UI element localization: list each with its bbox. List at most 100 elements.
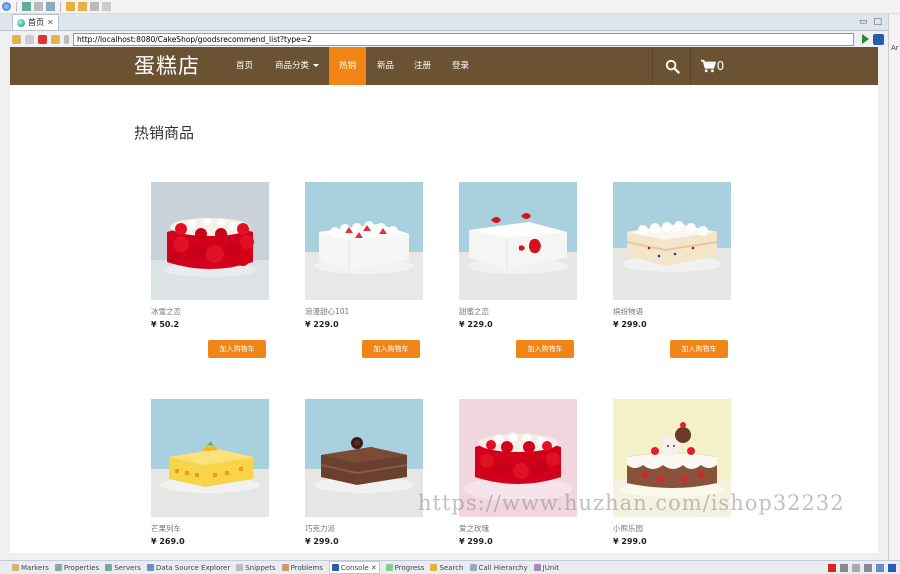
tab-servers[interactable]: Servers (105, 564, 141, 572)
tab-properties[interactable]: Properties (54, 563, 100, 572)
scroll-lock-icon[interactable] (864, 563, 872, 572)
close-icon[interactable]: ✕ (47, 18, 54, 27)
product-name[interactable]: 爱之玫瑰 (459, 523, 577, 533)
search-button[interactable] (654, 47, 690, 85)
add-to-cart-button[interactable]: 加入购物车 (516, 340, 574, 358)
add-to-cart-button[interactable]: 加入购物车 (208, 340, 266, 358)
console-icon (331, 564, 339, 571)
minimize-icon[interactable]: ▭ (859, 17, 868, 27)
product-card: 冰雪之恋 ¥ 50.2 加入购物车 (151, 182, 269, 358)
browser-address-bar (10, 31, 888, 47)
terminate-icon[interactable] (828, 563, 836, 572)
maximize-icon[interactable]: □ (873, 17, 882, 27)
stop-icon[interactable] (38, 34, 47, 44)
open-console-icon[interactable] (888, 563, 896, 572)
progress-icon (385, 564, 393, 571)
add-to-cart-button[interactable]: 加入购物车 (670, 340, 728, 358)
tab-progress[interactable]: Progress (385, 564, 424, 572)
browser-viewport: 蛋糕店 首页 商品分类 热销 新品 注册 登录 0 热销商品 冰雪之恋 ¥ 50… (10, 47, 878, 553)
tab-call-hierarchy-label: Call Hierarchy (478, 563, 528, 572)
product-name[interactable]: 冰雪之恋 (151, 306, 269, 316)
tab-junit-label: JUnit (542, 563, 559, 572)
dropdown-icon[interactable] (34, 2, 43, 11)
nav-categories[interactable]: 商品分类 (267, 47, 327, 85)
forward-icon[interactable] (25, 34, 34, 44)
globe-icon (17, 18, 25, 27)
product-card: 爱之玫瑰 ¥ 299.0 (459, 399, 577, 546)
tab-console[interactable]: Console ✕ (328, 561, 380, 574)
tab-problems-label: Problems (290, 563, 323, 572)
nav-hot-label: 热销 (338, 61, 356, 71)
forward-history-icon[interactable] (78, 2, 87, 11)
product-image[interactable] (613, 182, 731, 300)
call-hierarchy-icon (469, 564, 477, 571)
tab-properties-label: Properties (63, 563, 100, 572)
product-image[interactable] (151, 399, 269, 517)
refresh-icon[interactable] (51, 34, 60, 44)
clear-console-icon[interactable] (852, 563, 860, 572)
product-name[interactable]: 小熊乐园 (613, 523, 731, 533)
go-icon[interactable] (862, 34, 869, 44)
right-gutter-label: Ar (891, 44, 899, 52)
product-name[interactable]: 巧克力派 (305, 523, 423, 533)
dropdown-icon[interactable] (90, 2, 99, 11)
nav-register[interactable]: 注册 (406, 47, 439, 85)
problems-icon (281, 564, 289, 571)
add-to-cart-button[interactable]: 加入购物车 (362, 340, 420, 358)
product-name[interactable]: 浪漫甜心101 (305, 306, 423, 316)
remove-launch-icon[interactable] (840, 563, 848, 572)
search-icon (665, 59, 680, 74)
back-history-icon[interactable] (66, 2, 75, 11)
nav-new[interactable]: 新品 (369, 47, 402, 85)
tab-data-source-explorer[interactable]: Data Source Explorer (146, 563, 231, 572)
product-name[interactable]: 缤纷物语 (613, 306, 731, 316)
tab-markers-label: Markers (21, 563, 49, 572)
nav-hot[interactable]: 热销 (329, 47, 366, 85)
toolbar-separator (60, 1, 61, 12)
run-icon[interactable] (46, 2, 55, 11)
cart-count: 0 (716, 59, 725, 73)
debug-icon[interactable] (22, 2, 31, 11)
product-card: 浪漫甜心101 ¥ 229.0 加入购物车 (305, 182, 423, 358)
ide-bottom-views-bar: Markers Properties Servers Data Source E… (0, 560, 900, 574)
url-input[interactable] (73, 32, 854, 46)
tab-console-label: Console (340, 563, 369, 572)
shop-logo[interactable]: 蛋糕店 (134, 50, 200, 80)
product-image[interactable] (151, 182, 269, 300)
product-image[interactable] (459, 182, 577, 300)
editor-tab-browser[interactable]: 首页 ✕ (12, 14, 59, 30)
nav-divider (652, 47, 653, 85)
tab-call-hierarchy[interactable]: Call Hierarchy (469, 563, 528, 572)
product-price: ¥ 299.0 (613, 537, 647, 546)
product-price: ¥ 50.2 (151, 320, 180, 329)
dropdown-icon[interactable] (64, 34, 69, 44)
nav-register-label: 注册 (414, 61, 432, 71)
product-image[interactable] (305, 182, 423, 300)
product-price: ¥ 229.0 (459, 320, 493, 329)
external-browser-icon[interactable] (873, 33, 884, 45)
tab-search[interactable]: Search (430, 564, 464, 572)
tab-data-source-explorer-label: Data Source Explorer (155, 563, 231, 572)
product-image[interactable] (305, 399, 423, 517)
cart-button[interactable]: 0 (692, 47, 732, 85)
tab-markers[interactable]: Markers (12, 564, 49, 572)
product-name[interactable]: 甜蜜之恋 (459, 306, 577, 316)
nav-home-label: 首页 (236, 61, 254, 71)
tab-snippets-label: Snippets (245, 563, 276, 572)
nav-login[interactable]: 登录 (444, 47, 477, 85)
tab-junit[interactable]: JUnit (533, 563, 559, 572)
tab-problems[interactable]: Problems (281, 563, 323, 572)
globe-icon[interactable] (2, 2, 11, 11)
close-icon[interactable]: ✕ (371, 564, 377, 572)
back-icon[interactable] (12, 34, 21, 44)
product-price: ¥ 299.0 (459, 537, 493, 546)
product-card: 巧克力派 ¥ 299.0 (305, 399, 423, 546)
console-actions (828, 563, 900, 572)
toolbar-separator (16, 1, 17, 12)
nav-home[interactable]: 首页 (228, 47, 261, 85)
product-card: 芒果列车 ¥ 269.0 (151, 399, 269, 546)
navigate-icon[interactable] (102, 2, 111, 11)
pin-console-icon[interactable] (876, 563, 884, 572)
product-name[interactable]: 芒果列车 (151, 523, 269, 533)
tab-snippets[interactable]: Snippets (236, 563, 276, 572)
